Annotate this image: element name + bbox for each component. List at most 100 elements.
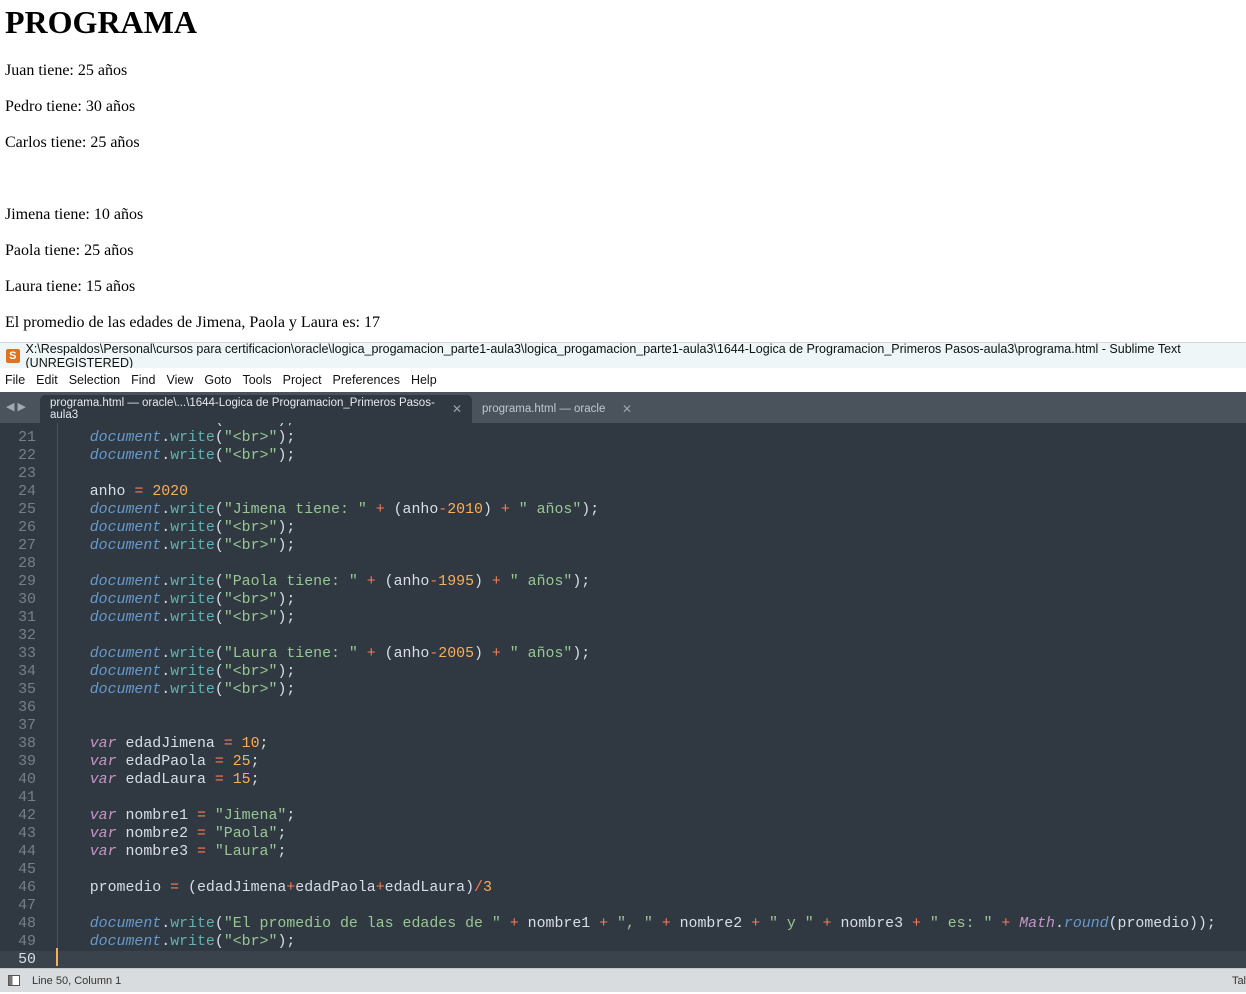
- code-line[interactable]: 39 var edadPaola = 25;: [0, 753, 1246, 771]
- line-number: 43: [18, 826, 36, 842]
- code-editor[interactable]: 20 document.write("<br>");21 document.wr…: [0, 423, 1246, 968]
- code-token: .: [161, 430, 171, 446]
- code-token: 25: [232, 754, 251, 770]
- code-line[interactable]: 49 document.write("<br>");: [0, 933, 1246, 951]
- code-line[interactable]: 29 document.write("Paola tiene: " + (anh…: [0, 573, 1246, 591]
- code-line[interactable]: 37: [0, 717, 1246, 735]
- tab-size-indicator[interactable]: Tal: [1232, 975, 1246, 987]
- code-line[interactable]: 38 var edadJimena = 10;: [0, 735, 1246, 753]
- code-token: " es: ": [929, 916, 993, 932]
- code-token: document: [89, 574, 162, 590]
- code-line[interactable]: 36: [0, 699, 1246, 717]
- menu-edit[interactable]: Edit: [36, 373, 58, 387]
- menu-preferences[interactable]: Preferences: [333, 373, 400, 387]
- code-token: write: [170, 538, 215, 554]
- code-text: var nombre3 = "Laura";: [54, 843, 287, 861]
- line-number: 41: [18, 790, 36, 806]
- code-line[interactable]: 32: [0, 627, 1246, 645]
- panel-toggle-icon[interactable]: [8, 975, 20, 986]
- code-token: edadPaola: [295, 880, 376, 896]
- code-line[interactable]: 35 document.write("<br>");: [0, 681, 1246, 699]
- code-line[interactable]: 41: [0, 789, 1246, 807]
- menu-project[interactable]: Project: [283, 373, 322, 387]
- code-line[interactable]: 48 document.write("El promedio de las ed…: [0, 915, 1246, 933]
- code-token: +: [491, 574, 501, 590]
- code-line[interactable]: 22 document.write("<br>");: [0, 447, 1246, 465]
- code-line[interactable]: 30 document.write("<br>");: [0, 591, 1246, 609]
- code-token: "Laura tiene: ": [223, 646, 358, 662]
- code-line[interactable]: 50: [0, 951, 1246, 968]
- code-token: var: [89, 808, 117, 824]
- code-text: document.write("<br>");: [54, 537, 296, 555]
- code-line[interactable]: 34 document.write("<br>");: [0, 663, 1246, 681]
- menu-tools[interactable]: Tools: [242, 373, 271, 387]
- line-number: 50: [18, 952, 36, 968]
- tab-programa-oracle[interactable]: programa.html — oracle ✕: [472, 395, 642, 423]
- code-token: );: [572, 646, 591, 662]
- output-line: Paola tiene: 25 años: [5, 242, 134, 259]
- code-token: (: [214, 664, 224, 680]
- code-token: document: [89, 646, 162, 662]
- code-line[interactable]: 24 anho = 2020: [0, 483, 1246, 501]
- code-token: "Jimena tiene: ": [223, 502, 367, 518]
- code-token: );: [277, 430, 296, 446]
- line-number: 45: [18, 862, 36, 878]
- close-icon[interactable]: ✕: [452, 402, 462, 416]
- line-number: 31: [18, 610, 36, 626]
- window-titlebar[interactable]: S X:\Respaldos\Personal\cursos para cert…: [0, 342, 1246, 370]
- code-token: "<br>": [223, 448, 278, 464]
- code-line[interactable]: 26 document.write("<br>");: [0, 519, 1246, 537]
- code-token: "<br>": [224, 423, 278, 428]
- code-line[interactable]: 47: [0, 897, 1246, 915]
- code-line[interactable]: 28: [0, 555, 1246, 573]
- menu-goto[interactable]: Goto: [204, 373, 231, 387]
- code-line[interactable]: 31 document.write("<br>");: [0, 609, 1246, 627]
- code-line[interactable]: 25 document.write("Jimena tiene: " + (an…: [0, 501, 1246, 519]
- code-token: (: [214, 430, 224, 446]
- menu-view[interactable]: View: [166, 373, 193, 387]
- menu-help[interactable]: Help: [411, 373, 437, 387]
- close-icon[interactable]: ✕: [622, 402, 632, 416]
- code-token: );: [277, 423, 295, 428]
- code-line[interactable]: 40 var edadLaura = 15;: [0, 771, 1246, 789]
- code-token: );: [277, 610, 296, 626]
- code-token: ): [474, 574, 492, 590]
- output-line: El promedio de las edades de Jimena, Pao…: [5, 314, 380, 331]
- code-line[interactable]: 44 var nombre3 = "Laura";: [0, 843, 1246, 861]
- tab-programa-active[interactable]: programa.html — oracle\...\1644-Logica d…: [40, 395, 472, 423]
- menu-selection[interactable]: Selection: [69, 373, 120, 387]
- code-text: var edadPaola = 25;: [54, 753, 260, 771]
- code-line[interactable]: 46 promedio = (edadJimena+edadPaola+edad…: [0, 879, 1246, 897]
- code-text: document.write("<br>");: [54, 519, 296, 537]
- code-line[interactable]: 45: [0, 861, 1246, 879]
- code-line[interactable]: 21 document.write("<br>");: [0, 429, 1246, 447]
- code-token: .: [161, 934, 171, 950]
- code-line[interactable]: 43 var nombre2 = "Paola";: [0, 825, 1246, 843]
- code-line[interactable]: 27 document.write("<br>");: [0, 537, 1246, 555]
- code-token: +: [366, 646, 376, 662]
- code-line[interactable]: 42 var nombre1 = "Jimena";: [0, 807, 1246, 825]
- code-token: "<br>": [223, 610, 278, 626]
- line-number: 46: [18, 880, 36, 896]
- tab-nav-arrows-icon[interactable]: ◀ ▶: [0, 392, 40, 423]
- code-line[interactable]: 33 document.write("Laura tiene: " + (anh…: [0, 645, 1246, 663]
- code-token: document: [89, 916, 162, 932]
- menu-file[interactable]: File: [5, 373, 25, 387]
- code-token: var: [89, 772, 117, 788]
- line-number: 26: [18, 520, 36, 536]
- tab-label: programa.html — oracle\...\1644-Logica d…: [50, 397, 435, 421]
- code-token: edadLaura: [116, 772, 215, 788]
- code-line[interactable]: 23: [0, 465, 1246, 483]
- menu-find[interactable]: Find: [131, 373, 155, 387]
- code-token: "Laura": [214, 844, 278, 860]
- code-token: "<br>": [223, 682, 278, 698]
